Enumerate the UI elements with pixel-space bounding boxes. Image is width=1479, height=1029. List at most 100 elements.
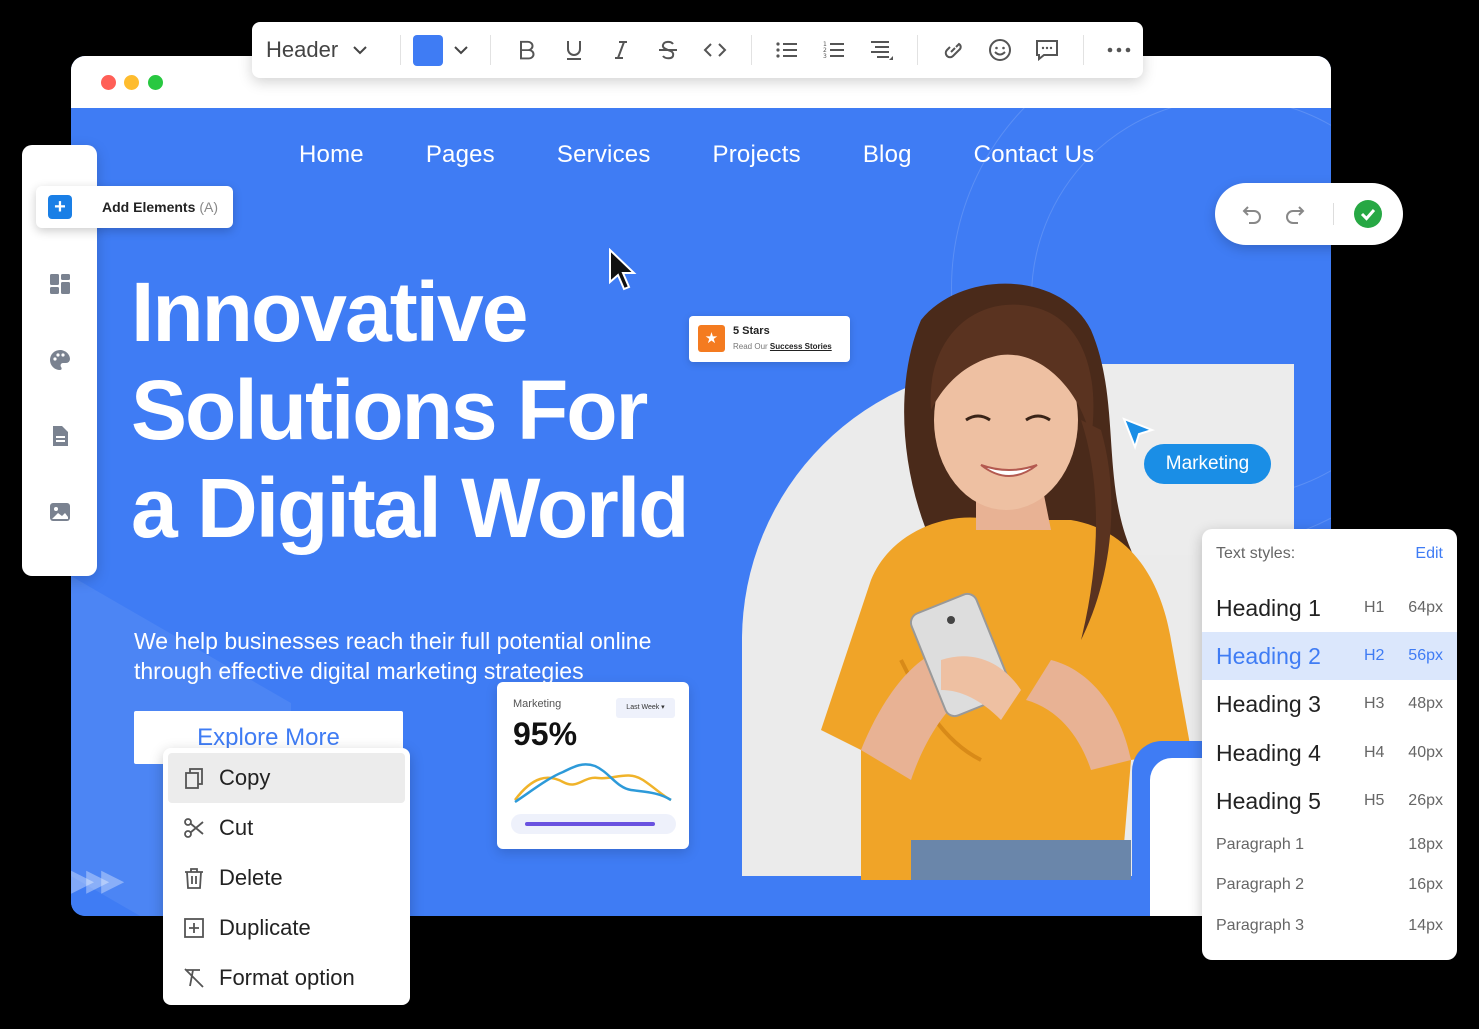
success-stories-link[interactable]: Success Stories	[770, 342, 832, 351]
close-window-dot[interactable]	[101, 75, 116, 90]
hero-headline[interactable]: Innovative Solutions For a Digital World	[131, 263, 689, 557]
headline-line: a Digital World	[131, 461, 689, 555]
trash-icon	[185, 868, 203, 889]
menu-item-label: Copy	[219, 765, 271, 790]
text-style-name: Heading 2	[1216, 642, 1321, 669]
document-icon[interactable]	[48, 424, 72, 448]
bold-icon[interactable]	[503, 30, 550, 70]
text-style-heading-3[interactable]: Heading 3 H3 48px	[1202, 680, 1457, 728]
nav-pages[interactable]: Pages	[426, 141, 495, 169]
text-style-tag: H1	[1364, 599, 1385, 616]
dashboard-icon[interactable]	[48, 272, 72, 296]
add-elements-label: Add Elements	[102, 199, 196, 215]
numbered-list-icon[interactable]: 123	[811, 30, 858, 70]
more-options-icon[interactable]	[1096, 30, 1143, 70]
text-style-heading-4[interactable]: Heading 4 H4 40px	[1202, 729, 1457, 777]
bulleted-list-icon[interactable]	[764, 30, 811, 70]
trend-chart	[514, 763, 672, 804]
text-style-size: 14px	[1408, 917, 1443, 934]
mouse-pointer-icon	[609, 248, 637, 291]
underline-icon[interactable]	[550, 30, 597, 70]
star-icon: ★	[698, 325, 725, 352]
nav-projects[interactable]: Projects	[713, 141, 801, 169]
text-style-paragraph-3[interactable]: Paragraph 3 14px	[1202, 906, 1457, 946]
text-style-paragraph-2[interactable]: Paragraph 2 16px	[1202, 865, 1457, 905]
chevron-down-icon	[352, 42, 368, 58]
text-style-size: 16px	[1408, 876, 1443, 893]
color-dropdown-chevron-icon[interactable]	[443, 30, 478, 70]
subtext-line: through effective digital marketing stra…	[134, 658, 584, 684]
text-styles-edit-link[interactable]: Edit	[1415, 545, 1443, 563]
context-menu: Copy Cut Delete Duplicate Format option	[163, 748, 410, 1005]
plus-icon: +	[48, 195, 72, 219]
maximize-window-dot[interactable]	[148, 75, 163, 90]
palette-icon[interactable]	[48, 348, 72, 372]
nav-home[interactable]: Home	[299, 141, 364, 169]
text-style-paragraph-1[interactable]: Paragraph 1 18px	[1202, 825, 1457, 865]
menu-item-format-option[interactable]: Format option	[168, 953, 405, 1003]
link-icon[interactable]	[930, 30, 977, 70]
text-style-name: Paragraph 3	[1216, 917, 1305, 934]
code-icon[interactable]	[692, 30, 739, 70]
text-style-heading-5[interactable]: Heading 5 H5 26px	[1202, 777, 1457, 825]
stars-title: 5 Stars	[733, 325, 770, 337]
toolbar-divider	[1082, 35, 1084, 65]
text-style-size: 18px	[1408, 836, 1443, 853]
text-styles-panel: Text styles: Edit Heading 1 H1 64px Head…	[1202, 529, 1457, 960]
stars-subtitle: Read Our Success Stories	[733, 342, 832, 351]
block-type-select[interactable]: Header	[266, 37, 388, 63]
align-icon[interactable]	[858, 30, 905, 70]
history-controls	[1215, 183, 1403, 245]
toolbar-divider	[399, 35, 401, 65]
svg-text:3: 3	[823, 53, 827, 59]
collaborator-cursor-icon	[1122, 417, 1155, 450]
hero-subtext[interactable]: We help businesses reach their full pote…	[134, 626, 694, 686]
image-icon[interactable]	[48, 500, 72, 524]
text-style-name: Paragraph 1	[1216, 836, 1305, 853]
emoji-icon[interactable]	[977, 30, 1024, 70]
menu-item-duplicate[interactable]: Duplicate	[168, 903, 405, 953]
headline-line: Innovative	[131, 265, 528, 359]
marketing-tag[interactable]: Marketing	[1144, 444, 1271, 484]
add-elements-button[interactable]: + Add Elements (A)	[36, 186, 233, 228]
text-style-tag: H3	[1364, 695, 1385, 712]
clear-format-icon	[184, 968, 204, 988]
menu-item-label: Duplicate	[219, 915, 311, 940]
nav-services[interactable]: Services	[557, 141, 651, 169]
text-style-heading-2[interactable]: Heading 2 H2 56px	[1202, 632, 1457, 680]
menu-item-label: Delete	[219, 865, 283, 890]
text-style-tag: H2	[1364, 647, 1385, 664]
marketing-stats-card: Marketing Last Week ▾ 95%	[497, 682, 689, 849]
menu-item-cut[interactable]: Cut	[168, 803, 405, 853]
nav-contact-us[interactable]: Contact Us	[974, 141, 1095, 169]
text-style-heading-1[interactable]: Heading 1 H1 64px	[1202, 584, 1457, 632]
nav-blog[interactable]: Blog	[863, 141, 912, 169]
menu-item-delete[interactable]: Delete	[168, 853, 405, 903]
strikethrough-icon[interactable]	[644, 30, 691, 70]
text-style-tag: H4	[1364, 744, 1385, 761]
color-swatch[interactable]	[412, 34, 443, 66]
stats-label: Marketing	[513, 698, 562, 710]
text-style-name: Heading 3	[1216, 690, 1321, 717]
success-stories-card[interactable]: ★ 5 Stars Read Our Success Stories	[689, 316, 850, 362]
italic-icon[interactable]	[597, 30, 644, 70]
subtext-line: We help businesses reach their full pote…	[134, 628, 652, 654]
toolbar-divider	[916, 35, 918, 65]
range-select[interactable]: Last Week ▾	[616, 698, 675, 718]
toolbar-divider	[750, 35, 752, 65]
text-style-size: 40px	[1408, 744, 1443, 761]
text-style-size: 64px	[1408, 599, 1443, 616]
menu-item-label: Format option	[219, 965, 355, 990]
undo-icon[interactable]	[1240, 202, 1264, 226]
progress-track	[511, 814, 676, 834]
minimize-window-dot[interactable]	[124, 75, 139, 90]
controls-divider	[1333, 203, 1334, 225]
main-nav: Home Pages Services Projects Blog Contac…	[299, 141, 1094, 169]
text-style-size: 48px	[1408, 695, 1443, 712]
copy-icon	[185, 768, 203, 789]
text-style-name: Heading 4	[1216, 739, 1321, 766]
redo-icon[interactable]	[1283, 202, 1307, 226]
menu-item-copy[interactable]: Copy	[168, 753, 405, 803]
comment-icon[interactable]	[1024, 30, 1071, 70]
confirm-check-icon[interactable]	[1354, 200, 1382, 228]
